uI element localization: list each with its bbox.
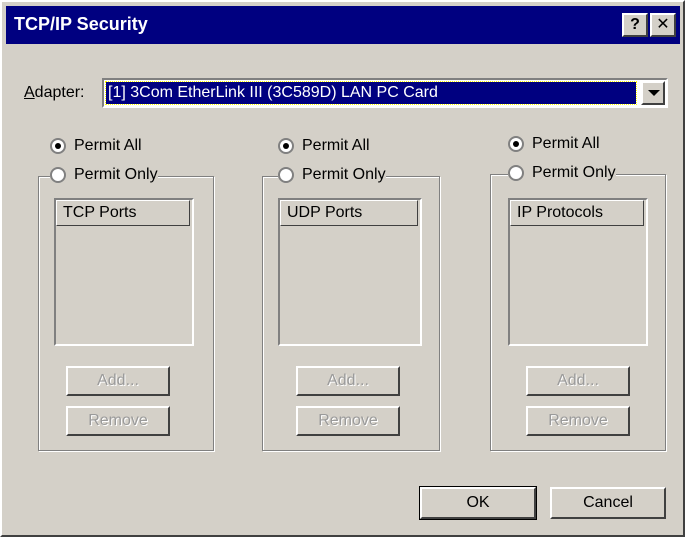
udp-permit-only-radio[interactable]: Permit Only <box>278 165 386 185</box>
radio-unselected-icon <box>278 167 294 183</box>
radio-selected-icon <box>278 138 294 154</box>
tcp-ports-column-header[interactable]: TCP Ports <box>56 200 190 226</box>
adapter-select[interactable]: [1] 3Com EtherLink III (3C589D) LAN PC C… <box>102 78 668 108</box>
udp-add-button[interactable]: Add... <box>296 366 400 396</box>
tcp-permit-only-radio[interactable]: Permit Only <box>50 165 158 185</box>
ip-add-button[interactable]: Add... <box>526 366 630 396</box>
ok-button[interactable]: OK <box>419 486 537 520</box>
adapter-selected-value: [1] 3Com EtherLink III (3C589D) LAN PC C… <box>105 81 637 105</box>
tcp-add-button[interactable]: Add... <box>66 366 170 396</box>
radio-unselected-icon <box>50 167 66 183</box>
tcp-ports-list[interactable]: TCP Ports <box>54 198 194 346</box>
ip-remove-button[interactable]: Remove <box>526 406 630 436</box>
udp-ports-column-header[interactable]: UDP Ports <box>280 200 418 226</box>
dialog-title: TCP/IP Security <box>14 14 148 34</box>
chevron-down-icon[interactable] <box>641 81 665 105</box>
help-button[interactable]: ? <box>622 13 648 37</box>
ip-protocols-list[interactable]: IP Protocols <box>508 198 648 346</box>
tcp-permit-all-radio[interactable]: Permit All <box>50 136 142 156</box>
radio-selected-icon <box>508 136 524 152</box>
help-icon: ? <box>630 16 640 33</box>
ip-protocols-column-header[interactable]: IP Protocols <box>510 200 644 226</box>
title-bar[interactable]: TCP/IP Security ? ✕ <box>6 6 680 44</box>
adapter-label: Adapter: <box>24 84 85 101</box>
radio-unselected-icon <box>508 165 524 181</box>
radio-selected-icon <box>50 138 66 154</box>
cancel-button[interactable]: Cancel <box>550 487 666 519</box>
udp-ports-list[interactable]: UDP Ports <box>278 198 422 346</box>
udp-permit-all-radio[interactable]: Permit All <box>278 136 370 156</box>
ip-permit-only-radio[interactable]: Permit Only <box>508 163 616 183</box>
close-button[interactable]: ✕ <box>650 13 676 37</box>
ip-permit-all-radio[interactable]: Permit All <box>508 134 600 154</box>
tcp-remove-button[interactable]: Remove <box>66 406 170 436</box>
tcpip-security-dialog: TCP/IP Security ? ✕ Adapter: [1] 3Com Et… <box>0 0 685 537</box>
udp-remove-button[interactable]: Remove <box>296 406 400 436</box>
close-icon: ✕ <box>656 16 670 33</box>
